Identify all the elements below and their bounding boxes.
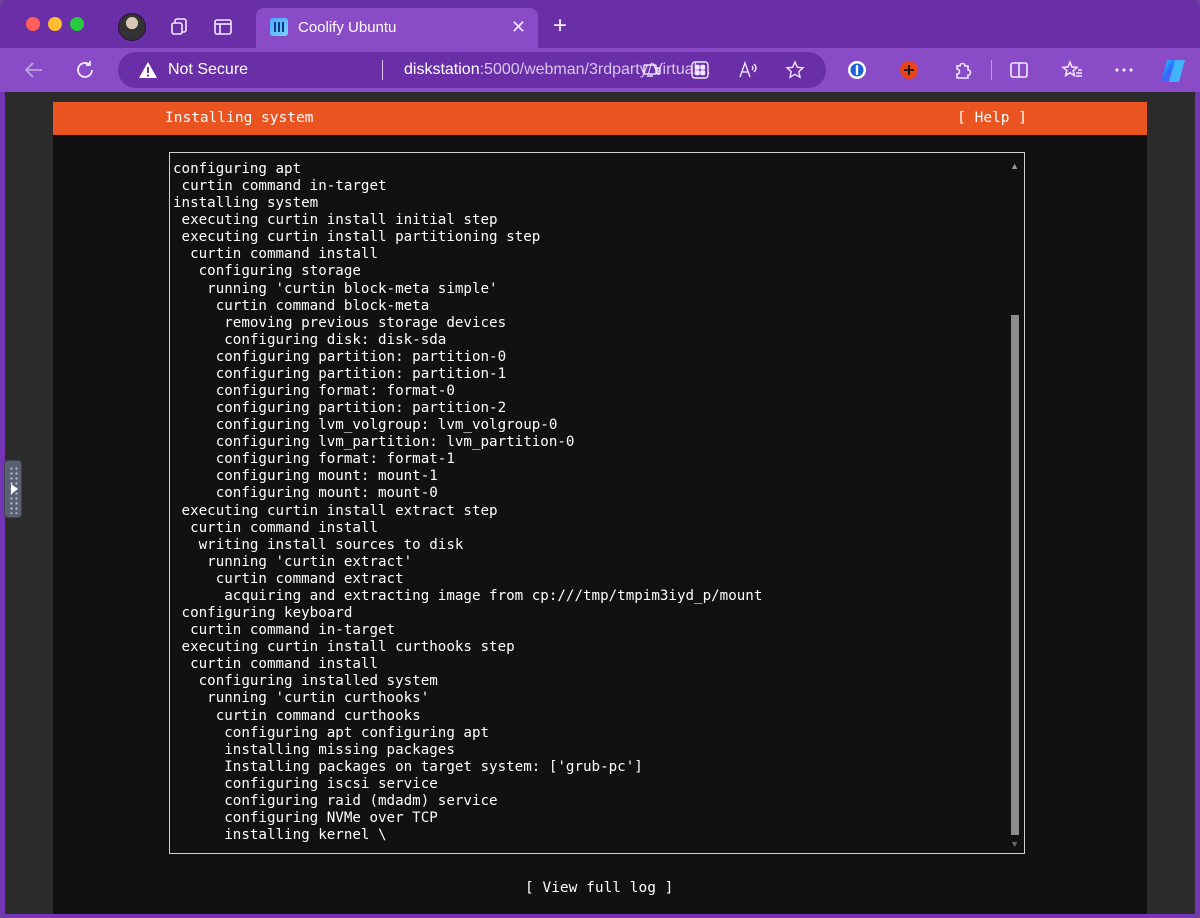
log-line: configuring format: format-0 — [173, 383, 455, 400]
log-line: running 'curtin extract' — [173, 553, 413, 570]
close-window-button[interactable] — [26, 17, 40, 31]
log-scrollbar-thumb[interactable] — [1011, 315, 1019, 835]
new-tab-icon[interactable]: + — [553, 14, 567, 38]
side-panel-handle[interactable] — [4, 460, 22, 518]
log-line: Installing packages on target system: ['… — [173, 758, 643, 775]
log-line: configuring lvm_volgroup: lvm_volgroup-0 — [173, 417, 558, 434]
browser-toolbar: Not Secure diskstation:5000/webman/3rdpa… — [0, 48, 1200, 92]
split-screen-icon[interactable] — [1008, 59, 1030, 81]
log-line: configuring keyboard — [173, 605, 353, 622]
scroll-down-arrow-icon[interactable]: ▼ — [1010, 839, 1019, 849]
app-available-icon[interactable] — [642, 60, 662, 80]
log-line: configuring disk: disk-sda — [173, 331, 447, 348]
url-text[interactable]: diskstation:5000/webman/3rdparty/Virtual… — [404, 61, 711, 79]
log-line: configuring partition: partition-0 — [173, 348, 507, 365]
log-line: configuring lvm_partition: lvm_partition… — [173, 434, 575, 451]
warning-icon[interactable] — [138, 60, 158, 80]
address-bar[interactable]: Not Secure diskstation:5000/webman/3rdpa… — [118, 52, 826, 88]
more-icon[interactable] — [1113, 59, 1135, 81]
log-line: installing kernel \ — [173, 827, 387, 844]
log-line: configuring NVMe over TCP — [173, 809, 438, 826]
log-line: configuring mount: mount-1 — [173, 468, 438, 485]
tab-title: Coolify Ubuntu — [298, 19, 397, 36]
password-manager-icon[interactable] — [846, 59, 868, 81]
log-line: configuring iscsi service — [173, 775, 438, 792]
log-line: curtin command curthooks — [173, 707, 421, 724]
log-line: configuring storage — [173, 263, 361, 280]
log-line: curtin command install — [173, 246, 378, 263]
url-host: diskstation — [404, 61, 480, 78]
security-status-label[interactable]: Not Secure — [168, 61, 248, 79]
tab-actions-icon[interactable] — [212, 16, 234, 38]
log-line: configuring partition: partition-1 — [173, 365, 507, 382]
log-line: configuring apt configuring apt — [173, 724, 490, 741]
refresh-icon[interactable] — [73, 58, 97, 82]
page-viewport: Installing system [ Help ] configuring a… — [5, 92, 1195, 914]
extensions-icon[interactable] — [952, 59, 974, 81]
minimize-window-button[interactable] — [48, 17, 62, 31]
install-log-lines: configuring apt curtin command in-target… — [173, 161, 1003, 844]
log-line: removing previous storage devices — [173, 314, 507, 331]
log-line: installing system — [173, 195, 319, 212]
log-line: curtin command in-target — [173, 622, 396, 639]
virtual-machine-favicon-icon — [270, 18, 288, 36]
log-line: curtin command install — [173, 519, 378, 536]
url-path: :5000/webman/3rdparty/Virtual... — [479, 61, 711, 78]
installer-header: Installing system [ Help ] — [53, 102, 1147, 135]
install-log-panel[interactable]: configuring apt curtin command in-target… — [169, 152, 1025, 854]
favorites-icon[interactable] — [1061, 59, 1083, 81]
log-line: curtin command in-target — [173, 178, 387, 195]
browser-window: Coolify Ubuntu ✕ + Not Secure diskstatio… — [0, 0, 1200, 918]
apps-icon[interactable] — [690, 60, 710, 80]
toolbar-separator — [991, 60, 992, 80]
tab-coolify-ubuntu[interactable]: Coolify Ubuntu ✕ — [256, 8, 538, 48]
log-line: executing curtin install extract step — [173, 502, 498, 519]
log-line: curtin command install — [173, 656, 378, 673]
log-line: configuring raid (mdadm) service — [173, 792, 498, 809]
log-line: configuring installed system — [173, 673, 438, 690]
back-icon[interactable] — [22, 58, 46, 82]
log-line: configuring partition: partition-2 — [173, 400, 507, 417]
log-line: curtin command block-meta — [173, 297, 430, 314]
log-line: acquiring and extracting image from cp:/… — [173, 587, 763, 604]
log-line: curtin command extract — [173, 570, 404, 587]
log-line: configuring mount: mount-0 — [173, 485, 438, 502]
log-line: executing curtin install partitioning st… — [173, 229, 541, 246]
vm-console-screen[interactable]: Installing system [ Help ] configuring a… — [53, 102, 1147, 914]
help-button[interactable]: [ Help ] — [957, 110, 1027, 126]
expand-arrow-icon — [11, 484, 18, 494]
log-line: installing missing packages — [173, 741, 455, 758]
collections-icon[interactable] — [169, 16, 191, 38]
favorite-star-icon[interactable] — [785, 60, 805, 80]
tab-strip: Coolify Ubuntu ✕ + — [0, 0, 1200, 52]
zoom-window-button[interactable] — [70, 17, 84, 31]
address-separator — [382, 60, 383, 80]
copilot-icon[interactable] — [1158, 56, 1188, 86]
extension-plus-icon[interactable] — [898, 59, 920, 81]
log-line: writing install sources to disk — [173, 536, 464, 553]
read-aloud-icon[interactable] — [738, 60, 758, 80]
view-full-log-button[interactable]: [ View full log ] — [525, 880, 673, 896]
tab-close-icon[interactable]: ✕ — [511, 17, 526, 37]
log-line: executing curtin install curthooks step — [173, 639, 515, 656]
log-line: running 'curtin block-meta simple' — [173, 280, 498, 297]
log-line: executing curtin install initial step — [173, 212, 498, 229]
scroll-up-arrow-icon[interactable]: ▲ — [1010, 161, 1019, 171]
log-line: configuring apt — [173, 161, 302, 177]
log-line: configuring format: format-1 — [173, 451, 455, 468]
installer-title: Installing system — [165, 110, 314, 126]
profile-avatar[interactable] — [118, 13, 146, 41]
log-line: running 'curtin curthooks' — [173, 690, 430, 707]
